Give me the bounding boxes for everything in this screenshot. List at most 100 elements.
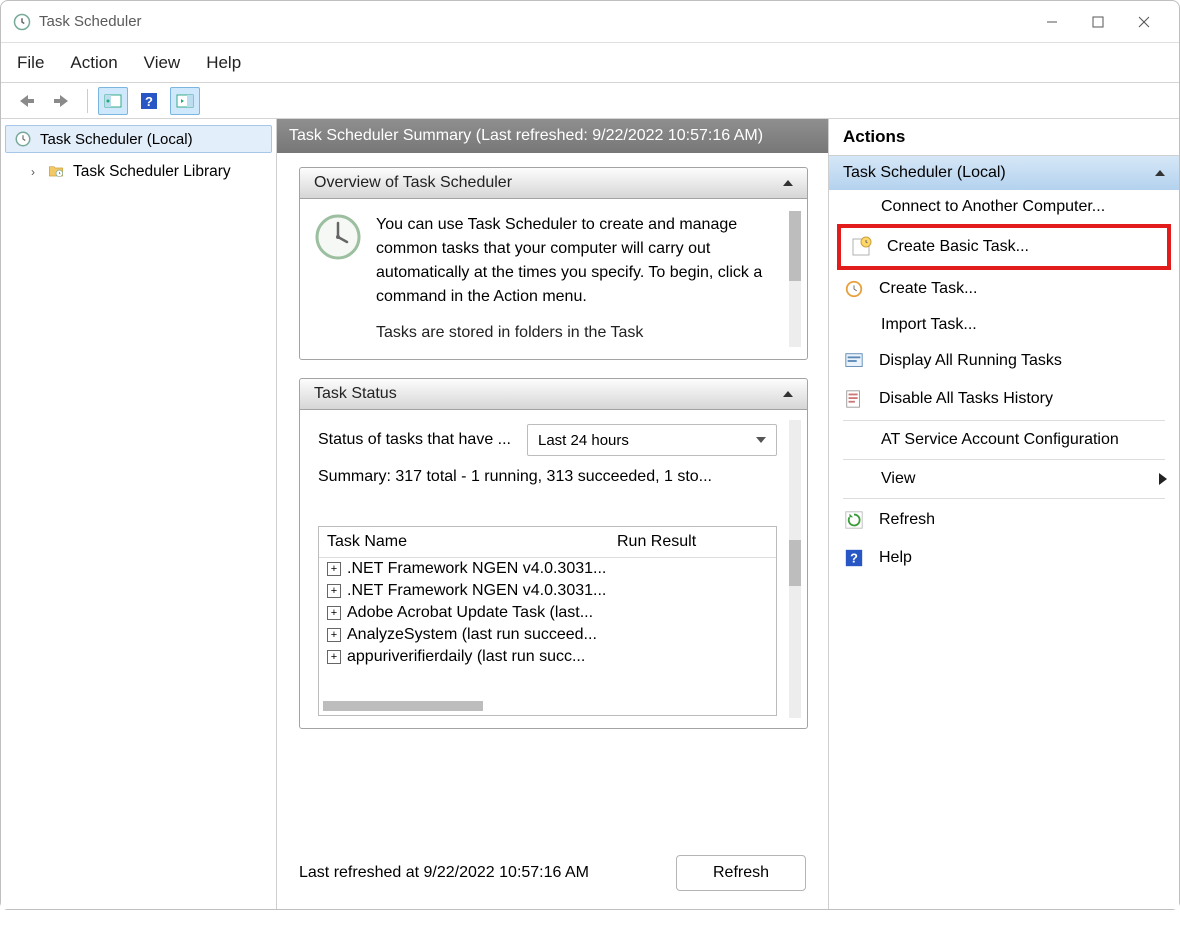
status-combo-value: Last 24 hours bbox=[538, 432, 629, 449]
action-create-task[interactable]: Create Task... bbox=[829, 270, 1179, 308]
action-refresh[interactable]: Refresh bbox=[829, 501, 1179, 539]
overview-text: You can use Task Scheduler to create and… bbox=[376, 213, 777, 309]
chevron-right-icon[interactable]: › bbox=[27, 166, 39, 178]
action-create-basic-task[interactable]: Create Basic Task... bbox=[841, 228, 1167, 266]
window-controls bbox=[1029, 6, 1167, 38]
task-scheduler-window: Task Scheduler File Action View Help ? bbox=[0, 0, 1180, 910]
refresh-button[interactable]: Refresh bbox=[676, 855, 806, 891]
nav-root-node[interactable]: Task Scheduler (Local) bbox=[5, 125, 272, 153]
action-at-service-config[interactable]: AT Service Account Configuration bbox=[829, 423, 1179, 457]
menubar: File Action View Help bbox=[1, 43, 1179, 83]
menu-view[interactable]: View bbox=[144, 53, 181, 73]
action-label: Disable All Tasks History bbox=[879, 390, 1167, 408]
collapse-caret-icon bbox=[783, 180, 793, 186]
overview-text-truncated: Tasks are stored in folders in the Task bbox=[376, 321, 777, 345]
clock-icon bbox=[12, 128, 34, 150]
task-row[interactable]: + AnalyzeSystem (last run succeed... bbox=[319, 624, 776, 646]
toolbar: ? bbox=[1, 83, 1179, 119]
show-hide-tree-button[interactable] bbox=[98, 87, 128, 115]
minimize-button[interactable] bbox=[1029, 6, 1075, 38]
task-status-section: Task Status Status of tasks that have ..… bbox=[299, 378, 808, 729]
status-timerange-combo[interactable]: Last 24 hours bbox=[527, 424, 777, 456]
action-view-submenu[interactable]: View bbox=[829, 462, 1179, 496]
nav-library-node[interactable]: › Task Scheduler Library bbox=[5, 157, 272, 187]
chevron-right-icon bbox=[1159, 473, 1167, 485]
expand-icon[interactable]: + bbox=[327, 606, 341, 620]
refresh-button-label: Refresh bbox=[713, 864, 769, 882]
task-name: Adobe Acrobat Update Task (last... bbox=[347, 604, 607, 622]
svg-text:?: ? bbox=[145, 94, 153, 109]
action-label: AT Service Account Configuration bbox=[881, 431, 1167, 449]
maximize-button[interactable] bbox=[1075, 6, 1121, 38]
action-separator bbox=[843, 420, 1165, 421]
actions-group-label: Task Scheduler (Local) bbox=[843, 164, 1006, 182]
actions-pane-title: Actions bbox=[829, 119, 1179, 156]
overview-scrollbar-thumb[interactable] bbox=[789, 211, 801, 281]
menu-file[interactable]: File bbox=[17, 53, 44, 73]
titlebar: Task Scheduler bbox=[1, 1, 1179, 43]
overview-section-header[interactable]: Overview of Task Scheduler bbox=[300, 168, 807, 199]
nav-back-button[interactable] bbox=[11, 87, 41, 115]
task-list-h-scrollbar[interactable] bbox=[323, 701, 483, 711]
collapse-caret-icon bbox=[783, 391, 793, 397]
help-toolbar-button[interactable]: ? bbox=[134, 87, 164, 115]
task-name: .NET Framework NGEN v4.0.3031... bbox=[347, 560, 607, 578]
overview-title: Overview of Task Scheduler bbox=[314, 174, 512, 192]
actions-pane: Actions Task Scheduler (Local) Connect t… bbox=[829, 119, 1179, 909]
action-connect-computer[interactable]: Connect to Another Computer... bbox=[829, 190, 1179, 224]
task-col-name[interactable]: Task Name bbox=[319, 527, 609, 557]
expand-icon[interactable]: + bbox=[327, 562, 341, 576]
expand-icon[interactable]: + bbox=[327, 584, 341, 598]
status-summary-line: Summary: 317 total - 1 running, 313 succ… bbox=[318, 468, 777, 486]
task-status-header[interactable]: Task Status bbox=[300, 379, 807, 410]
menu-help[interactable]: Help bbox=[206, 53, 241, 73]
task-row[interactable]: + Adobe Acrobat Update Task (last... bbox=[319, 602, 776, 624]
task-wizard-icon bbox=[851, 236, 873, 258]
last-refreshed-label: Last refreshed at 9/22/2022 10:57:16 AM bbox=[299, 864, 589, 882]
summary-header: Task Scheduler Summary (Last refreshed: … bbox=[277, 119, 828, 153]
task-status-list: Task Name Run Result + .NET Framework NGE… bbox=[318, 526, 777, 716]
action-separator bbox=[843, 498, 1165, 499]
refresh-icon bbox=[843, 509, 865, 531]
show-hide-action-pane-button[interactable] bbox=[170, 87, 200, 115]
actions-group-header[interactable]: Task Scheduler (Local) bbox=[829, 156, 1179, 190]
window-title: Task Scheduler bbox=[39, 13, 1029, 30]
highlight-annotation: Create Basic Task... bbox=[837, 224, 1171, 270]
action-display-running-tasks[interactable]: Display All Running Tasks bbox=[829, 342, 1179, 380]
expand-icon[interactable]: + bbox=[327, 650, 341, 664]
action-label: Import Task... bbox=[881, 316, 1167, 334]
nav-forward-button[interactable] bbox=[47, 87, 77, 115]
toolbar-separator bbox=[87, 89, 88, 113]
task-row[interactable]: + appuriverifierdaily (last run succ... bbox=[319, 646, 776, 668]
task-col-result[interactable]: Run Result bbox=[609, 527, 776, 557]
main-body: Task Scheduler (Local) › Task Scheduler … bbox=[1, 119, 1179, 909]
action-disable-history[interactable]: Disable All Tasks History bbox=[829, 380, 1179, 418]
summary-footer: Last refreshed at 9/22/2022 10:57:16 AM … bbox=[277, 839, 828, 909]
task-name: .NET Framework NGEN v4.0.3031... bbox=[347, 582, 607, 600]
help-icon: ? bbox=[843, 547, 865, 569]
nav-library-label: Task Scheduler Library bbox=[73, 163, 231, 181]
task-name: AnalyzeSystem (last run succeed... bbox=[347, 626, 607, 644]
folder-clock-icon bbox=[45, 161, 67, 183]
action-help[interactable]: ? Help bbox=[829, 539, 1179, 577]
nav-pane: Task Scheduler (Local) › Task Scheduler … bbox=[1, 119, 277, 909]
menu-action[interactable]: Action bbox=[70, 53, 117, 73]
task-row[interactable]: + .NET Framework NGEN v4.0.3031... bbox=[319, 580, 776, 602]
action-label: Help bbox=[879, 549, 1167, 567]
status-scrollbar-thumb[interactable] bbox=[789, 540, 801, 586]
history-icon bbox=[843, 388, 865, 410]
action-label: View bbox=[881, 470, 1145, 488]
action-import-task[interactable]: Import Task... bbox=[829, 308, 1179, 342]
expand-icon[interactable]: + bbox=[327, 628, 341, 642]
nav-root-label: Task Scheduler (Local) bbox=[40, 131, 193, 148]
task-name: appuriverifierdaily (last run succ... bbox=[347, 648, 607, 666]
collapse-caret-icon bbox=[1155, 170, 1165, 176]
summary-pane: Task Scheduler Summary (Last refreshed: … bbox=[277, 119, 829, 909]
action-label: Create Basic Task... bbox=[887, 238, 1155, 256]
clock-large-icon bbox=[314, 213, 362, 261]
close-button[interactable] bbox=[1121, 6, 1167, 38]
task-row[interactable]: + .NET Framework NGEN v4.0.3031... bbox=[319, 558, 776, 580]
overview-section: Overview of Task Scheduler You can use T… bbox=[299, 167, 808, 360]
running-tasks-icon bbox=[843, 350, 865, 372]
action-label: Create Task... bbox=[879, 280, 1167, 298]
